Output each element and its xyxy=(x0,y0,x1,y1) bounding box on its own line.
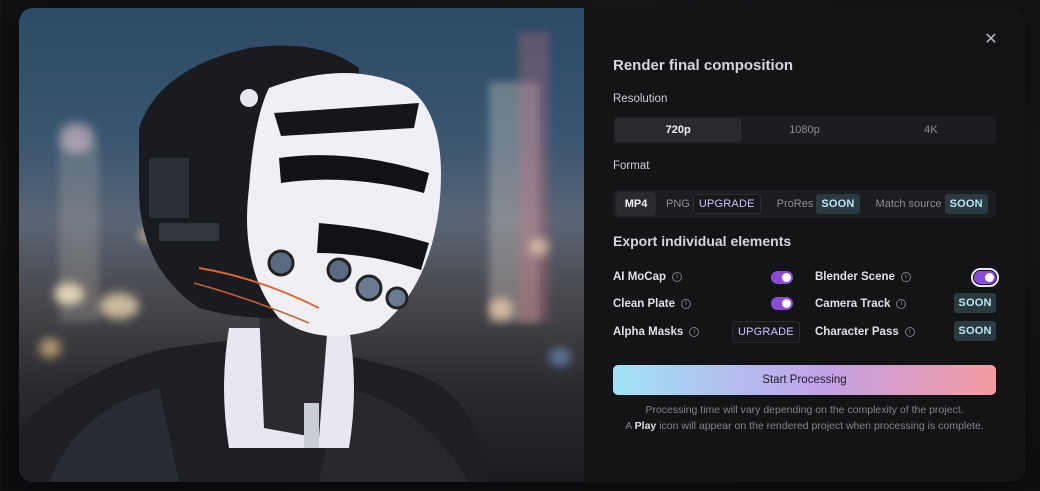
resolution-label: Resolution xyxy=(613,93,668,105)
format-png-label: PNG xyxy=(666,198,690,210)
soon-badge: SOON xyxy=(944,194,988,214)
export-item-blender-scene: Blender Scene i xyxy=(815,267,911,287)
info-icon[interactable]: i xyxy=(681,299,691,309)
render-dialog: ✕ Render final composition Resolution 72… xyxy=(19,8,1025,482)
info-icon[interactable]: i xyxy=(904,327,915,337)
resolution-option-720p[interactable]: 720p xyxy=(615,118,742,142)
format-option-prores[interactable]: ProRes SOON xyxy=(777,192,860,216)
soon-badge: SOON xyxy=(816,194,860,214)
info-icon[interactable]: i xyxy=(900,272,911,282)
blender-scene-toggle[interactable] xyxy=(971,268,999,287)
export-item-ai-mocap: AI MoCap i xyxy=(613,267,683,287)
format-option-mp4[interactable]: MP4 xyxy=(616,192,656,216)
helmet-figure xyxy=(19,45,489,482)
processing-note: Processing time will vary depending on t… xyxy=(645,404,964,416)
export-item-label: Blender Scene xyxy=(815,271,895,283)
export-section-title: Export individual elements xyxy=(613,233,792,249)
upgrade-badge: UPGRADE xyxy=(692,194,761,214)
play-icon-note: A Play icon will appear on the rendered … xyxy=(613,420,996,432)
clean-plate-toggle[interactable] xyxy=(771,297,793,310)
export-item-character-pass: Character Pass i xyxy=(815,322,915,342)
export-item-label: Alpha Masks xyxy=(613,326,684,338)
info-icon[interactable]: i xyxy=(672,272,683,282)
format-match-label: Match source xyxy=(875,198,942,210)
export-item-label: Clean Plate xyxy=(613,298,675,310)
export-item-label: Camera Track xyxy=(815,298,891,310)
note-play-word: Play xyxy=(634,420,657,432)
close-icon[interactable]: ✕ xyxy=(983,32,999,48)
resolution-selector: 720p 1080p 4K xyxy=(613,116,996,144)
start-processing-button[interactable]: Start Processing xyxy=(613,365,996,395)
note-text: A xyxy=(625,420,632,432)
dialog-title: Render final composition xyxy=(613,57,794,74)
info-icon[interactable]: i xyxy=(689,327,700,337)
ai-mocap-toggle[interactable] xyxy=(771,271,793,284)
resolution-option-1080p[interactable]: 1080p xyxy=(741,118,867,142)
preview-image xyxy=(19,8,584,482)
format-label: Format xyxy=(613,160,650,172)
format-option-png[interactable]: PNG UPGRADE xyxy=(666,192,761,216)
export-item-alpha-masks: Alpha Masks i xyxy=(613,322,700,342)
export-item-clean-plate: Clean Plate i xyxy=(613,294,691,314)
format-selector: MP4 PNG UPGRADE ProRes SOON Match source… xyxy=(613,190,996,218)
export-item-label: AI MoCap xyxy=(613,271,667,283)
character-pass-soon-badge: SOON xyxy=(954,321,996,341)
export-item-camera-track: Camera Track i xyxy=(815,294,907,314)
alpha-masks-upgrade-button[interactable]: UPGRADE xyxy=(732,321,800,343)
note-text: icon will appear on the rendered project… xyxy=(659,420,984,432)
format-prores-label: ProRes xyxy=(776,198,814,210)
camera-track-soon-badge: SOON xyxy=(954,293,996,313)
resolution-option-4k[interactable]: 4K xyxy=(868,118,994,142)
settings-panel: ✕ Render final composition Resolution 72… xyxy=(584,8,1025,482)
info-icon[interactable]: i xyxy=(896,299,907,309)
format-option-match-source[interactable]: Match source SOON xyxy=(876,192,988,216)
export-item-label: Character Pass xyxy=(815,326,899,338)
